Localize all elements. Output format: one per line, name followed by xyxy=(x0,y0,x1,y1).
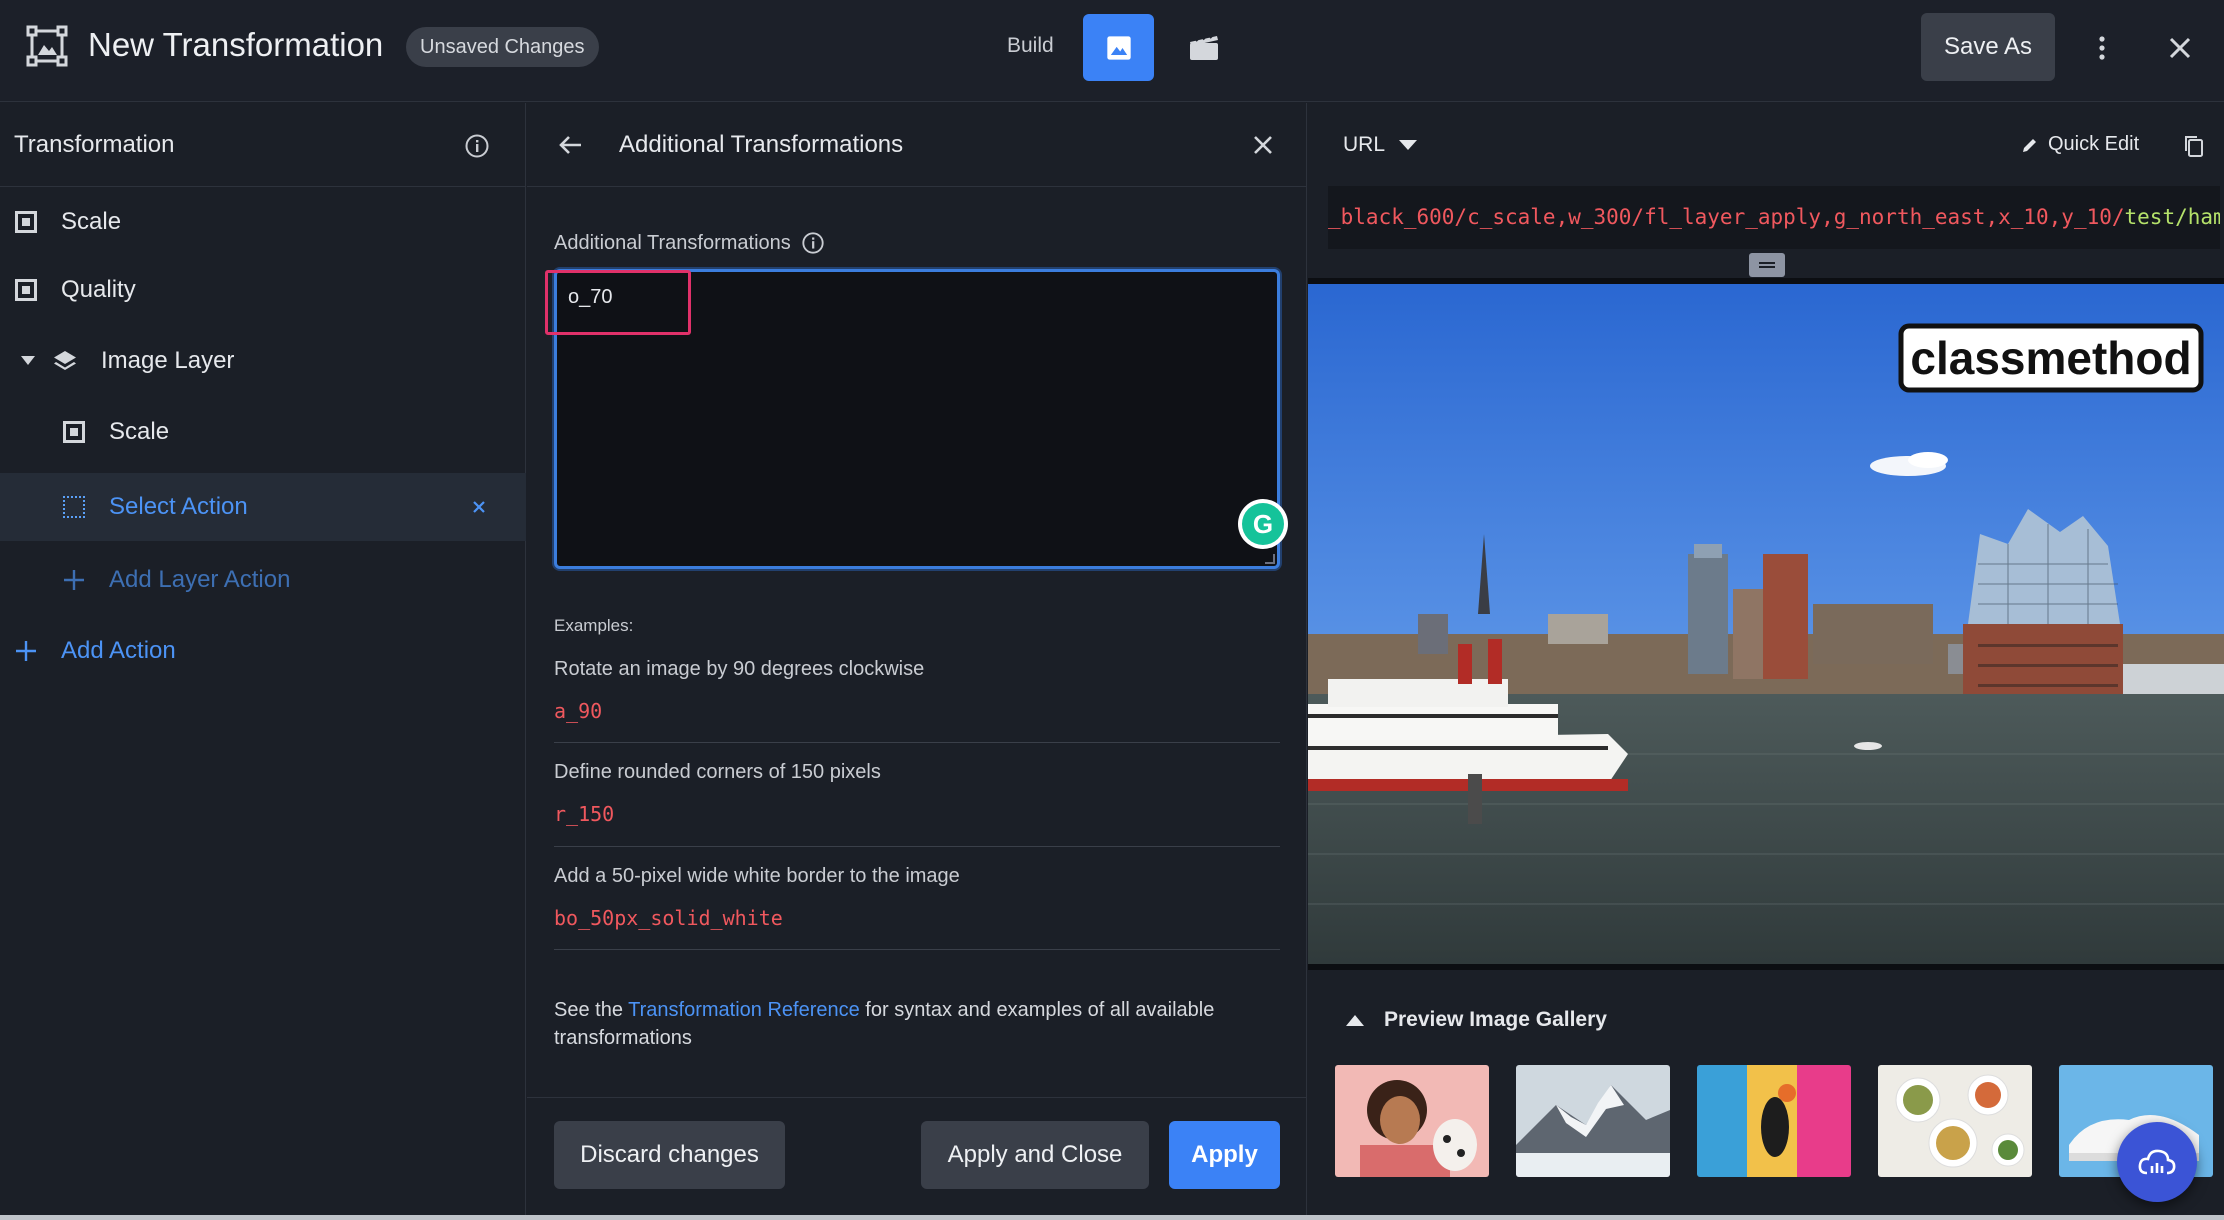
gallery-thumbnail[interactable] xyxy=(1697,1065,1851,1177)
grammarly-button[interactable]: G xyxy=(1238,499,1288,549)
panel-footer: Discard changes Apply and Close Apply xyxy=(527,1097,1307,1215)
video-mode-button[interactable] xyxy=(1168,14,1239,81)
sidebar-header: Transformation xyxy=(0,103,525,187)
highlight-box xyxy=(545,270,691,335)
example-description: Rotate an image by 90 degrees clockwise xyxy=(554,658,925,680)
sidebar-title: Transformation xyxy=(14,131,175,158)
reference-prefix: See the xyxy=(554,999,629,1021)
action-square-icon xyxy=(63,421,85,443)
caret-up-icon xyxy=(1346,1014,1364,1026)
example-code: r_150 xyxy=(554,802,615,826)
transformation-url[interactable]: _black_600/c_scale,w_300/fl_layer_apply,… xyxy=(1328,186,2220,249)
basketball-image xyxy=(1697,1065,1851,1177)
gallery-thumbnail[interactable] xyxy=(1878,1065,2032,1177)
woman-portrait-image xyxy=(1335,1065,1489,1177)
caret-down-icon[interactable] xyxy=(21,356,35,366)
url-mode-dropdown[interactable]: URL xyxy=(1343,133,1418,157)
examples-label: Examples: xyxy=(554,616,634,635)
hamburg-harbor-image: classmethod xyxy=(1308,284,2224,964)
url-transformation-part: _black_600/c_scale,w_300/fl_layer_apply,… xyxy=(1328,205,2125,229)
top-bar: New Transformation Unsaved Changes Build… xyxy=(0,0,2224,102)
example-code: bo_50px_solid_white xyxy=(554,906,783,930)
gallery-thumbnail[interactable] xyxy=(1335,1065,1489,1177)
tree-item-label: Scale xyxy=(109,418,170,445)
food-bowls-image xyxy=(1878,1065,2032,1177)
pencil-icon xyxy=(2023,138,2036,152)
tree-item-label: Add Action xyxy=(61,637,176,664)
image-icon xyxy=(1106,35,1131,60)
remove-icon[interactable] xyxy=(472,500,486,514)
add-layer-action-button[interactable]: Add Layer Action xyxy=(0,546,526,614)
image-mode-button[interactable] xyxy=(1083,14,1154,81)
url-mode-label: URL xyxy=(1343,133,1386,156)
quick-edit-button[interactable]: Quick Edit xyxy=(2022,133,2139,156)
transformation-logo-icon xyxy=(26,25,68,67)
preview-image: classmethod xyxy=(1308,278,2224,970)
tree-item-select-action[interactable]: Select Action xyxy=(0,473,526,541)
tree-item-image-layer[interactable]: Image Layer xyxy=(0,327,526,395)
mountain-image xyxy=(1516,1065,1670,1177)
action-square-icon xyxy=(15,279,37,301)
preview-panel: URL Quick Edit _black_600/c_scale,w_300/… xyxy=(1308,103,2224,1215)
action-square-icon xyxy=(15,211,37,233)
field-label: Additional Transformations xyxy=(554,231,825,255)
tree-item-quality[interactable]: Quality xyxy=(0,256,526,324)
plus-icon xyxy=(16,641,36,661)
gallery-title: Preview Image Gallery xyxy=(1384,1008,1607,1031)
grammarly-icon: G xyxy=(1242,503,1284,545)
save-as-button[interactable]: Save As xyxy=(1921,13,2055,81)
tree-item-label: Add Layer Action xyxy=(109,566,291,593)
preview-logo-text: classmethod xyxy=(1910,332,2191,384)
apply-and-close-button[interactable]: Apply and Close xyxy=(921,1121,1149,1189)
copy-icon[interactable] xyxy=(2183,134,2205,158)
close-icon[interactable] xyxy=(1251,133,1275,157)
panel-header: Additional Transformations xyxy=(527,103,1306,187)
kebab-menu-icon xyxy=(2099,36,2105,60)
dotted-square-icon xyxy=(63,496,85,518)
tree-item-layer-scale[interactable]: Scale xyxy=(0,398,526,466)
tree-item-label: Select Action xyxy=(109,493,248,520)
window-bottom-edge xyxy=(0,1215,2224,1220)
build-label: Build xyxy=(1007,34,1054,57)
unsaved-changes-badge: Unsaved Changes xyxy=(406,27,599,67)
quick-edit-label: Quick Edit xyxy=(2048,133,2140,155)
example-item: Rotate an image by 90 degrees clockwise … xyxy=(554,658,1280,743)
close-icon xyxy=(2169,37,2191,59)
cloud-icon xyxy=(2138,1149,2176,1175)
example-description: Define rounded corners of 150 pixels xyxy=(554,761,881,783)
more-options-button[interactable] xyxy=(2084,28,2120,68)
add-action-button[interactable]: Add Action xyxy=(0,617,526,685)
apply-button[interactable]: Apply xyxy=(1169,1121,1280,1189)
preview-gallery-toggle[interactable]: Preview Image Gallery xyxy=(1346,1008,1607,1032)
splitter-handle[interactable] xyxy=(1749,253,1785,277)
back-arrow-icon[interactable] xyxy=(557,131,585,159)
example-code: a_90 xyxy=(554,699,603,723)
caret-down-icon xyxy=(1399,140,1418,150)
layers-icon xyxy=(54,351,76,370)
close-button[interactable] xyxy=(2160,28,2200,68)
film-icon xyxy=(1189,34,1218,60)
panel-title: Additional Transformations xyxy=(619,131,904,158)
resize-handle[interactable] xyxy=(1265,554,1275,564)
discard-changes-button[interactable]: Discard changes xyxy=(554,1121,785,1189)
example-description: Add a 50-pixel wide white border to the … xyxy=(554,865,960,887)
url-public-id-part: test/hambu xyxy=(2124,205,2220,229)
example-item: Define rounded corners of 150 pixels r_1… xyxy=(554,761,1280,847)
tree-item-scale[interactable]: Scale xyxy=(0,188,526,256)
tree-item-label: Quality xyxy=(61,276,136,303)
tree-item-label: Image Layer xyxy=(101,347,235,374)
transformation-reference-link[interactable]: Transformation Reference xyxy=(628,999,860,1021)
page-title: New Transformation xyxy=(88,26,384,63)
field-label-text: Additional Transformations xyxy=(554,231,791,254)
plus-icon xyxy=(64,570,84,590)
tree-item-label: Scale xyxy=(61,208,122,235)
transformation-sidebar: Transformation Scale Quality Image Layer… xyxy=(0,103,526,1215)
gallery-thumbnail[interactable] xyxy=(1516,1065,1670,1177)
reference-note: See the Transformation Reference for syn… xyxy=(554,996,1284,1052)
example-item: Add a 50-pixel wide white border to the … xyxy=(554,865,1280,950)
info-icon[interactable] xyxy=(801,231,825,255)
info-icon[interactable] xyxy=(464,133,490,159)
cloud-assistant-button[interactable] xyxy=(2117,1122,2197,1202)
